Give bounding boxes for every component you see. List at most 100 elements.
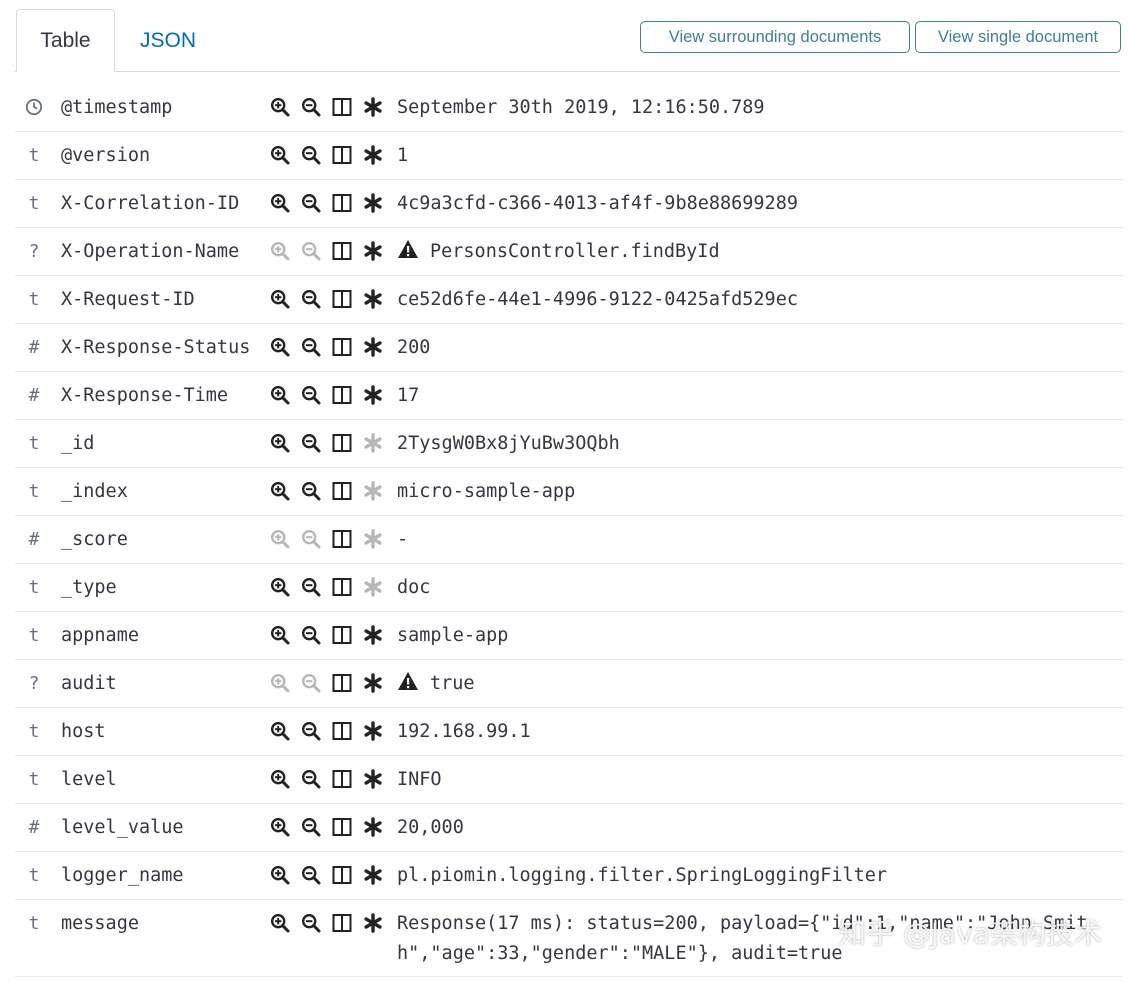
table-column-icon[interactable] (330, 911, 354, 935)
tab-table[interactable]: Table (16, 9, 115, 72)
magnify-plus-icon[interactable] (268, 623, 292, 647)
magnify-minus-icon[interactable] (299, 527, 323, 551)
magnify-minus-icon[interactable] (299, 575, 323, 599)
magnify-plus-icon[interactable] (268, 143, 292, 167)
magnify-plus-icon[interactable] (268, 911, 292, 935)
field-type-indicator: # (28, 336, 40, 358)
table-column-icon[interactable] (330, 527, 354, 551)
magnify-plus-icon[interactable] (268, 383, 292, 407)
asterisk-icon[interactable] (361, 623, 385, 647)
magnify-plus-icon[interactable] (268, 671, 292, 695)
field-value-text: 17 (397, 384, 420, 406)
field-type-indicator: t (28, 576, 40, 598)
table-column-icon[interactable] (330, 479, 354, 503)
magnify-minus-icon[interactable] (299, 767, 323, 791)
asterisk-icon[interactable] (361, 719, 385, 743)
table-column-icon[interactable] (330, 575, 354, 599)
field-value-text: 200 (397, 336, 431, 358)
magnify-minus-icon[interactable] (299, 479, 323, 503)
magnify-minus-icon[interactable] (299, 671, 323, 695)
magnify-minus-icon[interactable] (299, 239, 323, 263)
asterisk-icon[interactable] (361, 383, 385, 407)
field-name: _index (61, 480, 128, 502)
asterisk-icon[interactable] (361, 767, 385, 791)
magnify-plus-icon[interactable] (268, 479, 292, 503)
table-column-icon[interactable] (330, 431, 354, 455)
magnify-minus-icon[interactable] (299, 623, 323, 647)
asterisk-icon[interactable] (361, 863, 385, 887)
table-column-icon[interactable] (330, 383, 354, 407)
table-row: t X-Request-ID ce52d6fe-44e1-4996-9122-042… (15, 276, 1123, 324)
asterisk-icon[interactable] (361, 95, 385, 119)
field-name: _id (61, 432, 95, 454)
magnify-plus-icon[interactable] (268, 191, 292, 215)
table-column-icon[interactable] (330, 239, 354, 263)
table-column-icon[interactable] (330, 863, 354, 887)
field-value-text: Response(17 ms): status=200, payload={"i… (397, 913, 1088, 964)
magnify-minus-icon[interactable] (299, 383, 323, 407)
field-name: _type (61, 576, 117, 598)
table-column-icon[interactable] (330, 95, 354, 119)
table-column-icon[interactable] (330, 143, 354, 167)
magnify-plus-icon[interactable] (268, 863, 292, 887)
asterisk-icon[interactable] (361, 431, 385, 455)
asterisk-icon[interactable] (361, 527, 385, 551)
magnify-minus-icon[interactable] (299, 95, 323, 119)
magnify-plus-icon[interactable] (268, 527, 292, 551)
magnify-plus-icon[interactable] (268, 767, 292, 791)
table-column-icon[interactable] (330, 815, 354, 839)
asterisk-icon[interactable] (361, 671, 385, 695)
table-column-icon[interactable] (330, 191, 354, 215)
field-type-indicator: # (28, 528, 40, 550)
asterisk-icon[interactable] (361, 191, 385, 215)
magnify-plus-icon[interactable] (268, 815, 292, 839)
magnify-minus-icon[interactable] (299, 863, 323, 887)
view-single-document-button[interactable]: View single document (915, 21, 1121, 53)
magnify-plus-icon[interactable] (268, 335, 292, 359)
field-value: 200 (397, 324, 430, 370)
asterisk-icon[interactable] (361, 287, 385, 311)
magnify-minus-icon[interactable] (299, 287, 323, 311)
table-row: # X-Response-Time 17 (15, 372, 1123, 420)
table-column-icon[interactable] (330, 287, 354, 311)
magnify-minus-icon[interactable] (299, 143, 323, 167)
table-column-icon[interactable] (330, 623, 354, 647)
field-value-text: ce52d6fe-44e1-4996-9122-0425afd529ec (397, 288, 798, 310)
field-actions (268, 287, 392, 311)
magnify-plus-icon[interactable] (268, 575, 292, 599)
view-surrounding-documents-button[interactable]: View surrounding documents (640, 21, 910, 53)
field-name: host (61, 720, 106, 742)
magnify-minus-icon[interactable] (299, 911, 323, 935)
magnify-minus-icon[interactable] (299, 191, 323, 215)
magnify-minus-icon[interactable] (299, 431, 323, 455)
asterisk-icon[interactable] (361, 479, 385, 503)
asterisk-icon[interactable] (361, 575, 385, 599)
field-actions (268, 431, 392, 455)
magnify-minus-icon[interactable] (299, 335, 323, 359)
field-name: audit (61, 672, 117, 694)
magnify-plus-icon[interactable] (268, 95, 292, 119)
field-name: X-Correlation-ID (61, 192, 240, 214)
magnify-plus-icon[interactable] (268, 719, 292, 743)
asterisk-icon[interactable] (361, 815, 385, 839)
tab-json[interactable]: JSON (118, 9, 218, 72)
warning-triangle-icon (397, 239, 419, 264)
asterisk-icon[interactable] (361, 911, 385, 935)
field-value: ce52d6fe-44e1-4996-9122-0425afd529ec (397, 276, 798, 322)
asterisk-icon[interactable] (361, 143, 385, 167)
table-column-icon[interactable] (330, 767, 354, 791)
table-column-icon[interactable] (330, 335, 354, 359)
table-column-icon[interactable] (330, 671, 354, 695)
magnify-plus-icon[interactable] (268, 287, 292, 311)
field-actions (268, 527, 392, 551)
asterisk-icon[interactable] (361, 239, 385, 263)
magnify-plus-icon[interactable] (268, 431, 292, 455)
table-column-icon[interactable] (330, 719, 354, 743)
asterisk-icon[interactable] (361, 335, 385, 359)
field-value: 1 (397, 132, 408, 178)
field-type-indicator: t (28, 768, 40, 790)
magnify-plus-icon[interactable] (268, 239, 292, 263)
field-value: INFO (397, 756, 442, 802)
magnify-minus-icon[interactable] (299, 719, 323, 743)
magnify-minus-icon[interactable] (299, 815, 323, 839)
